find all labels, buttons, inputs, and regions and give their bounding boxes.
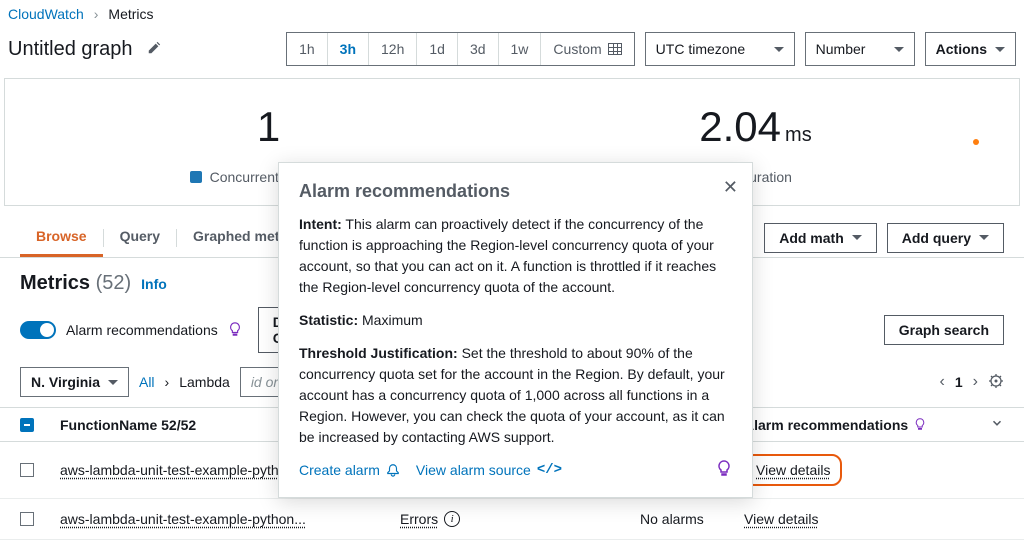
breadcrumb-root[interactable]: CloudWatch [8, 6, 84, 22]
popover-title: Alarm recommendations [299, 181, 732, 202]
alarm-recommendations-toggle[interactable] [20, 321, 56, 339]
metrics-count: (52) [96, 272, 132, 294]
region-label: N. Virginia [31, 374, 100, 390]
threshold-label: Threshold Justification: [299, 345, 458, 361]
expand-column[interactable] [974, 416, 1004, 433]
bell-icon [386, 463, 400, 477]
metrics-heading-label: Metrics [20, 272, 90, 294]
chevron-down-icon [852, 235, 862, 240]
actions-menu[interactable]: Actions [925, 32, 1016, 66]
range-custom-label: Custom [553, 41, 601, 57]
view-alarm-source-link[interactable]: View alarm source </> [416, 462, 562, 478]
range-3h[interactable]: 3h [328, 33, 369, 65]
format-select[interactable]: Number [805, 32, 915, 66]
intent-label: Intent: [299, 216, 342, 232]
row-checkbox[interactable] [20, 512, 34, 526]
chevron-right-icon: › [165, 374, 170, 390]
view-source-label: View alarm source [416, 462, 531, 478]
graph-search-button[interactable]: Graph search [884, 315, 1004, 345]
gear-icon[interactable] [988, 373, 1004, 392]
data-point-icon [973, 139, 979, 145]
chevron-down-icon [995, 47, 1005, 52]
alarms-cell: No alarms [640, 511, 744, 527]
metric-name[interactable]: Errors [400, 511, 438, 527]
chevron-down-icon [108, 380, 118, 385]
close-icon[interactable]: ✕ [723, 177, 738, 198]
statistic-label: Statistic: [299, 312, 358, 328]
view-details-link[interactable]: View details [756, 462, 830, 478]
graph-search-label: Graph search [899, 322, 989, 338]
chevron-down-icon [894, 47, 904, 52]
tab-query[interactable]: Query [104, 218, 176, 257]
create-alarm-label: Create alarm [299, 462, 380, 478]
timezone-label: UTC timezone [656, 41, 745, 57]
metrics-breadcrumb: All › Lambda [139, 374, 230, 390]
range-3d[interactable]: 3d [458, 33, 499, 65]
metric-value-left: 1 [25, 103, 512, 151]
info-link[interactable]: Info [141, 276, 167, 292]
range-1d[interactable]: 1d [417, 33, 458, 65]
format-label: Number [816, 41, 866, 57]
code-icon: </> [537, 462, 562, 478]
range-1w[interactable]: 1w [499, 33, 542, 65]
timezone-select[interactable]: UTC timezone [645, 32, 795, 66]
time-range-group: 1h 3h 12h 1d 3d 1w Custom [286, 32, 635, 66]
table-row: aws-lambda-unit-test-example-python... E… [0, 499, 1024, 540]
next-page[interactable]: › [973, 373, 978, 391]
function-name[interactable]: aws-lambda-unit-test-example-python... [60, 511, 306, 527]
add-query-button[interactable]: Add query [887, 223, 1004, 253]
col-alarm-recommendations[interactable]: Alarm recommendations [744, 417, 974, 433]
alarm-recommendations-popover: ✕ Alarm recommendations Intent: This ala… [278, 162, 753, 498]
add-math-label: Add math [779, 230, 844, 246]
create-alarm-link[interactable]: Create alarm [299, 462, 400, 478]
info-icon[interactable]: i [444, 511, 460, 527]
range-custom[interactable]: Custom [541, 33, 633, 65]
row-checkbox[interactable] [20, 463, 34, 477]
edit-icon[interactable] [147, 41, 161, 58]
lightbulb-icon [228, 322, 242, 339]
statistic-text: Maximum [362, 312, 423, 328]
page-number: 1 [955, 374, 963, 390]
chevron-down-icon [979, 235, 989, 240]
page-title: Untitled graph [8, 38, 133, 61]
add-query-label: Add query [902, 230, 971, 246]
metrics-heading: Metrics (52) [20, 272, 131, 295]
crumb-all[interactable]: All [139, 374, 155, 390]
metric-unit-right: ms [785, 124, 812, 146]
region-select[interactable]: N. Virginia [20, 367, 129, 397]
function-name[interactable]: aws-lambda-unit-test-example-python... [60, 462, 306, 478]
tab-browse[interactable]: Browse [20, 218, 103, 257]
legend-swatch-blue [190, 171, 202, 183]
select-all-checkbox[interactable] [20, 418, 34, 432]
crumb-lambda: Lambda [179, 374, 230, 390]
chevron-down-icon [774, 47, 784, 52]
breadcrumb-current: Metrics [108, 6, 153, 22]
view-details-link[interactable]: View details [744, 511, 818, 527]
actions-label: Actions [936, 41, 987, 57]
breadcrumb: CloudWatch › Metrics [0, 0, 1024, 28]
range-12h[interactable]: 12h [369, 33, 417, 65]
calendar-icon [608, 43, 622, 55]
metric-value-right: 2.04 [699, 103, 781, 150]
prev-page[interactable]: ‹ [940, 373, 945, 391]
view-details-highlighted[interactable]: View details [744, 454, 842, 486]
chevron-right-icon: › [94, 6, 99, 22]
pagination: ‹ 1 › [940, 373, 1004, 392]
intent-text: This alarm can proactively detect if the… [299, 216, 716, 295]
col-rec-label: Alarm recommendations [744, 417, 908, 433]
range-1h[interactable]: 1h [287, 33, 328, 65]
add-math-button[interactable]: Add math [764, 223, 877, 253]
alarm-recommendations-label: Alarm recommendations [66, 322, 218, 338]
lightbulb-icon[interactable] [716, 460, 732, 479]
lightbulb-icon [914, 417, 926, 433]
